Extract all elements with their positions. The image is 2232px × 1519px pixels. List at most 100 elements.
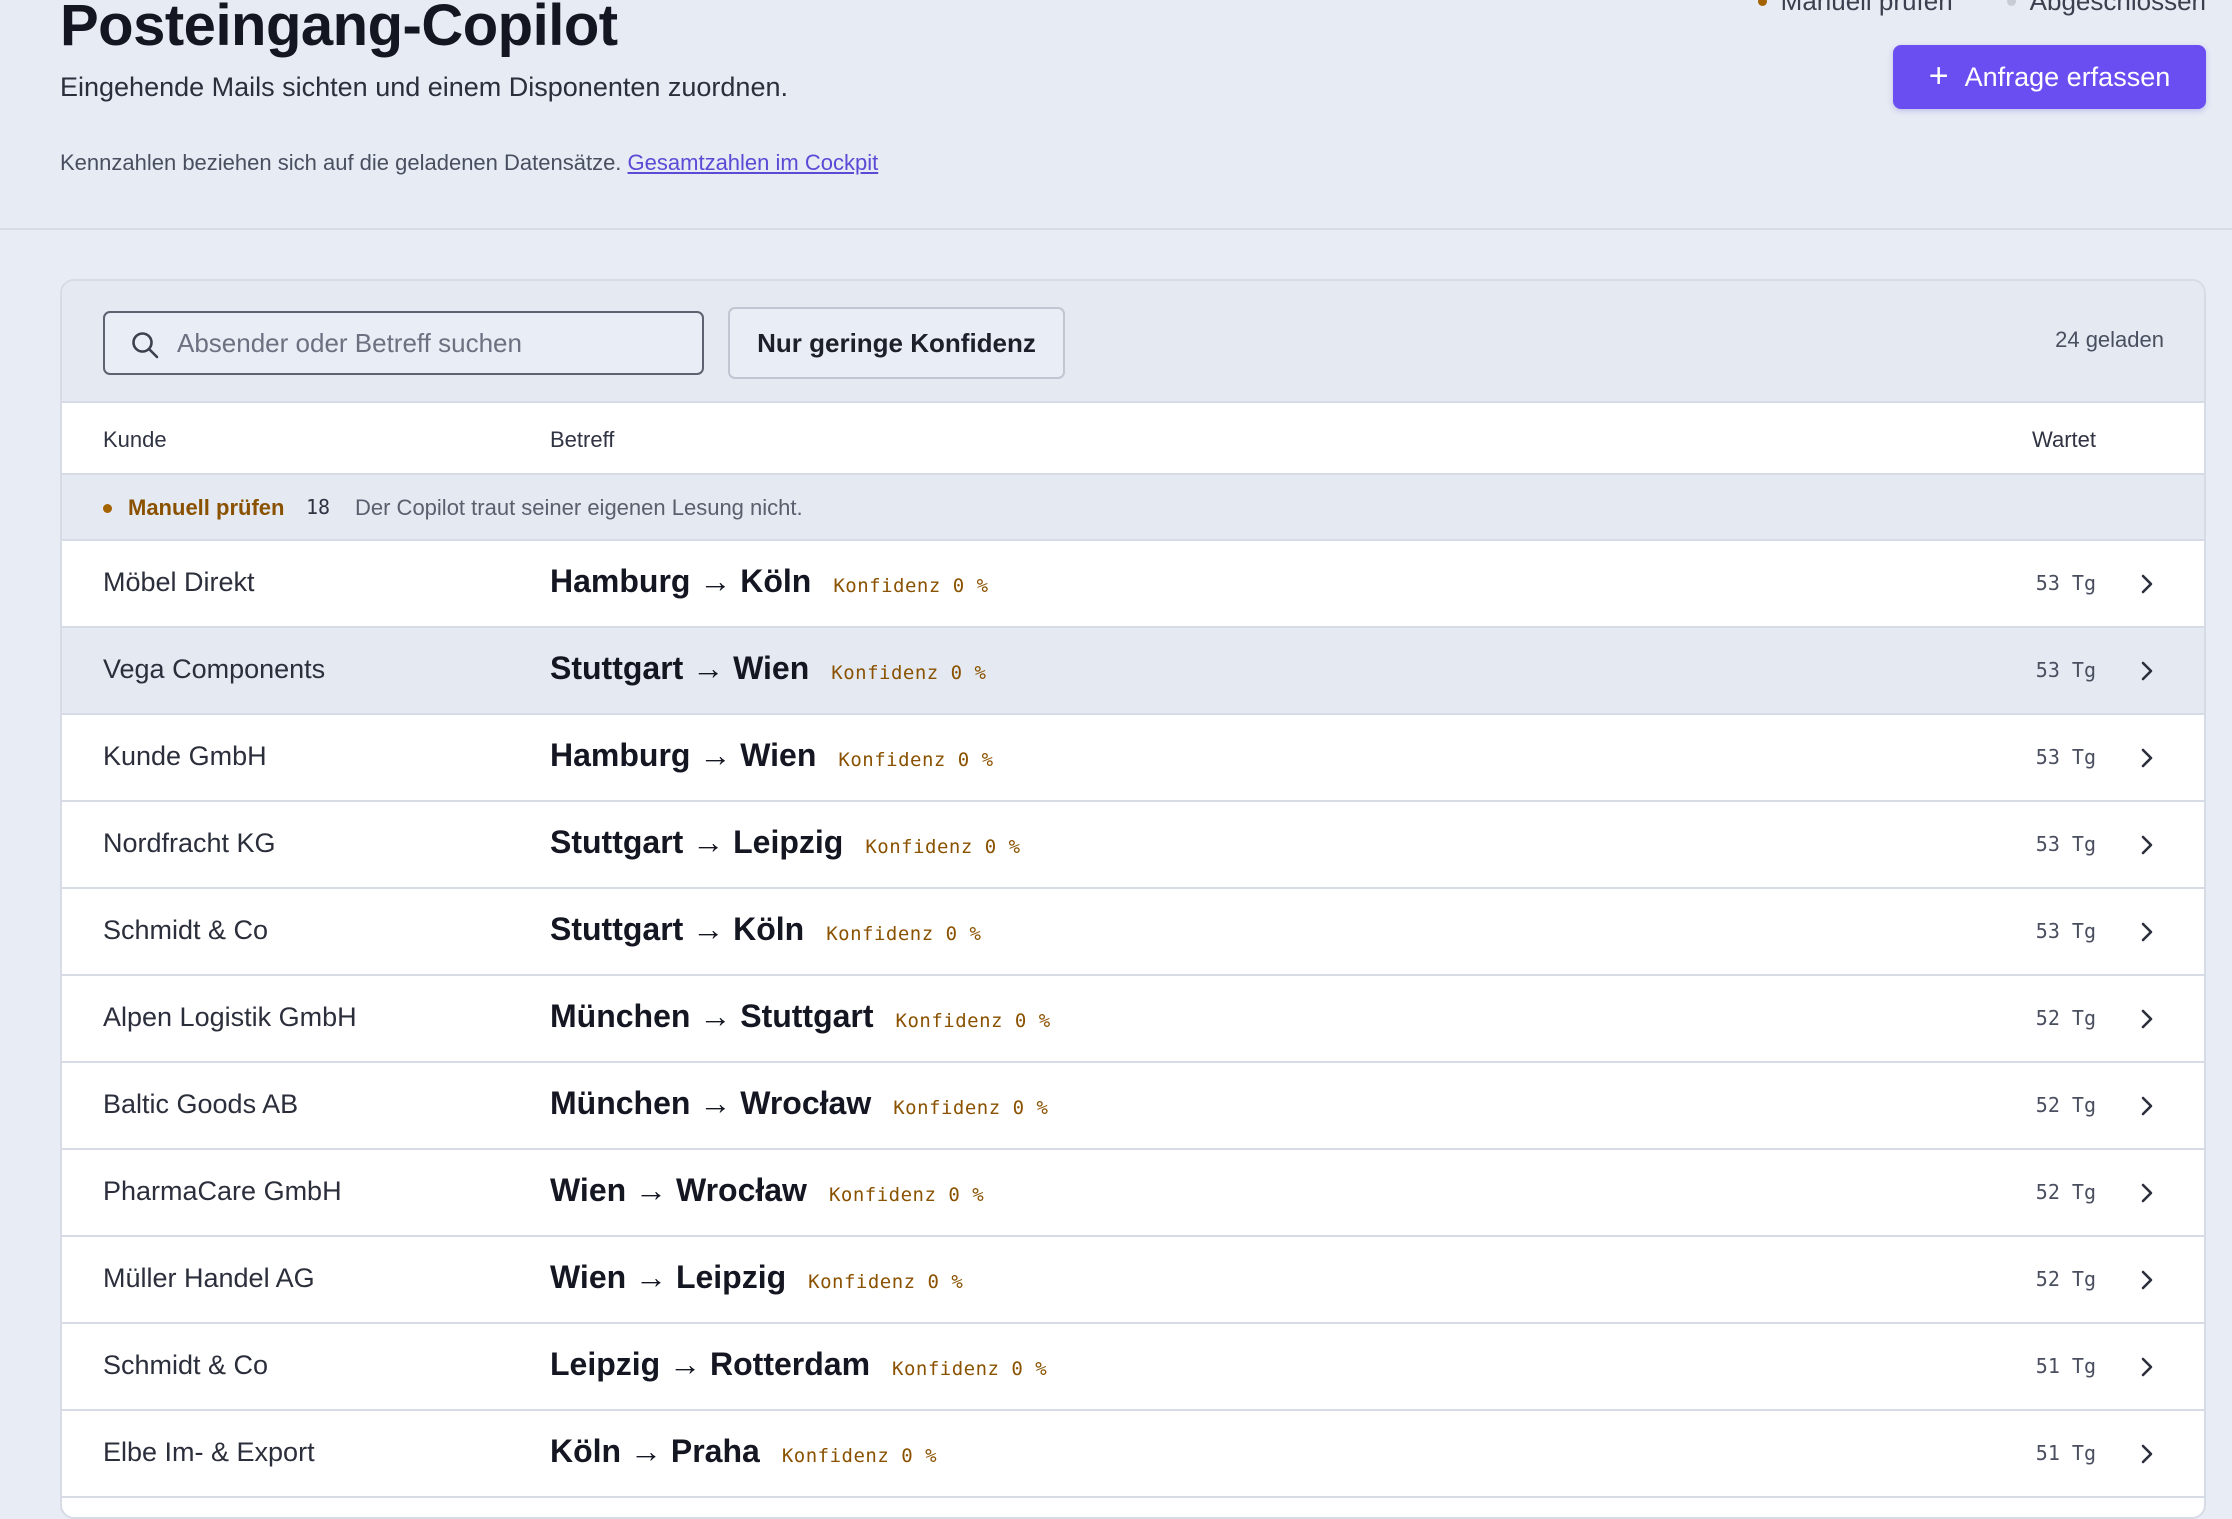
confidence-badge: Konfidenz 0 % <box>833 575 989 597</box>
chevron-right-icon[interactable] <box>2134 1093 2160 1119</box>
customer-name: Baltic Goods AB <box>103 1089 299 1119</box>
legend-item-manual: Manuell prüfen <box>1757 0 1953 17</box>
wait-time: 53 Tg <box>2035 658 2096 682</box>
column-header-subject[interactable]: Betreff <box>550 427 614 453</box>
wait-time: 53 Tg <box>2035 832 2096 856</box>
toolbar: Nur geringe Konfidenz 24 geladen <box>62 281 2204 403</box>
legend-label: Abgeschlossen <box>2029 0 2206 16</box>
confidence-badge: Konfidenz 0 % <box>831 662 987 684</box>
confidence-badge: Konfidenz 0 % <box>781 1445 938 1467</box>
chevron-right-icon[interactable] <box>2134 1006 2160 1032</box>
confidence-badge: Konfidenz 0 % <box>893 1097 1049 1119</box>
add-request-label: Anfrage erfassen <box>1964 61 2171 92</box>
table-row[interactable]: Kunde GmbH Hamburg → Wien Konfidenz 0 % 53 … <box>62 715 2204 802</box>
plus-icon: + <box>1928 56 1949 95</box>
cockpit-link[interactable]: Gesamtzahlen im Cockpit <box>628 150 879 175</box>
table-row[interactable]: Vega Components Stuttgart → Wien Konfidenz… <box>62 628 2204 715</box>
table-row[interactable]: Nordfracht KG Stuttgart → Leipzig Konfiden… <box>62 802 2204 889</box>
route-text: Hamburg → Wien <box>550 737 817 773</box>
customer-name: Müller Handel AG <box>103 1263 315 1293</box>
table-row[interactable]: PharmaCare GmbH Wien → Wrocław Konfidenz 0… <box>62 1150 2204 1237</box>
low-confidence-filter-button[interactable]: Nur geringe Konfidenz <box>728 307 1065 379</box>
column-header-customer[interactable]: Kunde <box>103 427 167 453</box>
chevron-right-icon[interactable] <box>2134 1180 2160 1206</box>
route-text: Wien → Wrocław <box>550 1172 807 1208</box>
status-dot-icon <box>2006 0 2016 6</box>
wait-time: 53 Tg <box>2035 919 2096 943</box>
table-row[interactable]: Baltic Goods AB München → Wrocław Konfiden… <box>62 1063 2204 1150</box>
confidence-badge: Konfidenz 0 % <box>895 1010 1051 1032</box>
chevron-right-icon[interactable] <box>2134 745 2160 771</box>
route-text: Stuttgart → Wien <box>550 650 810 686</box>
wait-time: 51 Tg <box>2035 1441 2096 1465</box>
loaded-count: 24 geladen <box>2055 327 2164 352</box>
subject-cell: München → Wrocław Konfidenz 0 % <box>550 1085 1048 1122</box>
customer-name: PharmaCare GmbH <box>103 1176 342 1206</box>
table-row[interactable]: Schmidt & Co Leipzig → Rotterdam Konfidenz… <box>62 1324 2204 1411</box>
wait-time: 52 Tg <box>2035 1006 2096 1030</box>
chevron-right-icon[interactable] <box>2134 571 2160 597</box>
wait-time: 51 Tg <box>2035 1354 2096 1378</box>
group-count: 18 <box>306 495 331 519</box>
chevron-right-icon[interactable] <box>2134 1354 2160 1380</box>
kpi-note-text: Kennzahlen beziehen sich auf die geladen… <box>60 150 622 175</box>
confidence-badge: Konfidenz 0 % <box>865 836 1021 858</box>
wait-time: 53 Tg <box>2035 745 2096 769</box>
route-text: München → Wrocław <box>550 1085 872 1121</box>
confidence-badge: Konfidenz 0 % <box>892 1358 1048 1380</box>
route-text: Wien → Leipzig <box>550 1259 787 1295</box>
customer-name: Elbe Im- & Export <box>103 1437 315 1467</box>
search-box[interactable] <box>103 311 704 375</box>
search-input[interactable] <box>177 313 687 373</box>
route-text: Hamburg → Köln <box>550 563 812 599</box>
confidence-badge: Konfidenz 0 % <box>808 1271 964 1293</box>
chevron-right-icon[interactable] <box>2134 832 2160 858</box>
route-text: Leipzig → Rotterdam <box>550 1346 871 1382</box>
status-dot-icon <box>103 504 112 513</box>
chevron-right-icon[interactable] <box>2134 1267 2160 1293</box>
wait-time: 52 Tg <box>2035 1093 2096 1117</box>
group-header-manual-review[interactable]: Manuell prüfen 18 Der Copilot traut sein… <box>62 475 2204 541</box>
search-icon <box>132 332 159 359</box>
inbox-panel: Nur geringe Konfidenz 24 geladen Kunde B… <box>60 279 2206 1519</box>
subject-cell: Hamburg → Köln Konfidenz 0 % <box>550 563 989 600</box>
route-text: Stuttgart → Leipzig <box>550 824 844 860</box>
subject-cell: Wien → Leipzig Konfidenz 0 % <box>550 1259 963 1296</box>
kpi-note: Kennzahlen beziehen sich auf die geladen… <box>60 150 878 176</box>
table-row[interactable]: Schmidt & Co Stuttgart → Köln Konfidenz 0 … <box>62 889 2204 976</box>
customer-name: Vega Components <box>103 654 326 684</box>
status-legend: Manuell prüfen Abgeschlossen <box>1757 0 2206 17</box>
confidence-badge: Konfidenz 0 % <box>828 1184 985 1206</box>
route-text: Stuttgart → Köln <box>550 911 805 947</box>
table-row[interactable]: Alpen Logistik GmbH München → Stuttgart Ko… <box>62 976 2204 1063</box>
subject-cell: Köln → Praha Konfidenz 0 % <box>550 1433 937 1470</box>
chevron-right-icon[interactable] <box>2134 919 2160 945</box>
customer-name: Schmidt & Co <box>103 915 269 945</box>
wait-time: 52 Tg <box>2035 1180 2096 1204</box>
confidence-badge: Konfidenz 0 % <box>826 923 982 945</box>
inbox-list: Möbel Direkt Hamburg → Köln Konfidenz 0 % 5… <box>62 541 2204 1498</box>
chevron-right-icon[interactable] <box>2134 658 2160 684</box>
confidence-badge: Konfidenz 0 % <box>838 749 994 771</box>
subject-cell: Wien → Wrocław Konfidenz 0 % <box>550 1172 984 1209</box>
add-request-button[interactable]: + Anfrage erfassen <box>1893 45 2206 109</box>
table-row[interactable]: Möbel Direkt Hamburg → Köln Konfidenz 0 % 5… <box>62 541 2204 628</box>
subject-cell: Stuttgart → Köln Konfidenz 0 % <box>550 911 981 948</box>
subject-cell: Stuttgart → Leipzig Konfidenz 0 % <box>550 824 1021 861</box>
subject-cell: München → Stuttgart Konfidenz 0 % <box>550 998 1051 1035</box>
page-header: Posteingang-Copilot Eingehende Mails sic… <box>0 0 2232 230</box>
chevron-right-icon[interactable] <box>2134 1441 2160 1467</box>
legend-item-done: Abgeschlossen <box>2006 0 2206 17</box>
column-header-wait[interactable]: Wartet <box>2032 427 2096 453</box>
table-row[interactable]: Müller Handel AG Wien → Leipzig Konfidenz … <box>62 1237 2204 1324</box>
customer-name: Alpen Logistik GmbH <box>103 1002 357 1032</box>
table-row[interactable]: Elbe Im- & Export Köln → Praha Konfidenz 0… <box>62 1411 2204 1498</box>
customer-name: Nordfracht KG <box>103 828 276 858</box>
subject-cell: Stuttgart → Wien Konfidenz 0 % <box>550 650 986 687</box>
subject-cell: Leipzig → Rotterdam Konfidenz 0 % <box>550 1346 1047 1383</box>
page-title: Posteingang-Copilot <box>60 0 618 58</box>
customer-name: Kunde GmbH <box>103 741 267 771</box>
subject-cell: Hamburg → Wien Konfidenz 0 % <box>550 737 994 774</box>
table-header: Kunde Betreff Wartet <box>62 403 2204 475</box>
route-text: München → Stuttgart <box>550 998 874 1034</box>
